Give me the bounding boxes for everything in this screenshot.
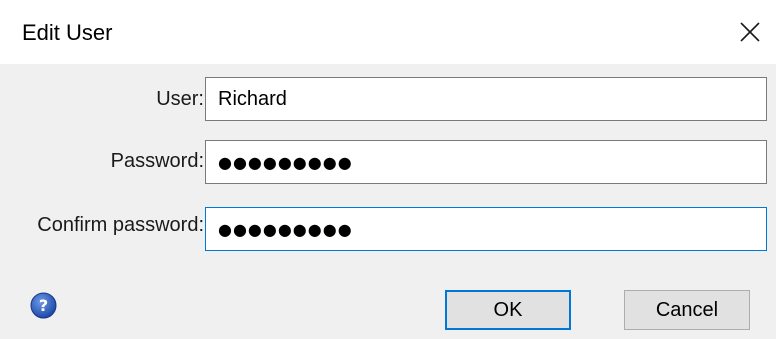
cancel-button[interactable]: Cancel	[624, 290, 750, 330]
user-field-value: Richard	[218, 87, 287, 110]
dialog-title: Edit User	[22, 20, 113, 45]
password-field-value: ●●●●●●●●●	[218, 152, 353, 172]
help-icon[interactable]: ?	[30, 292, 57, 319]
close-icon[interactable]	[730, 12, 770, 52]
confirm-password-field-value: ●●●●●●●●●	[218, 219, 353, 239]
confirm-password-field[interactable]: ●●●●●●●●●	[205, 207, 767, 251]
user-label: User:	[156, 88, 204, 110]
edit-user-dialog: Edit User User: Richard Password: ●●●●●●…	[0, 0, 776, 339]
password-field[interactable]: ●●●●●●●●●	[205, 140, 767, 184]
user-field[interactable]: Richard	[205, 77, 767, 121]
svg-text:?: ?	[39, 296, 48, 315]
password-label: Password:	[110, 150, 204, 172]
ok-button[interactable]: OK	[445, 290, 571, 330]
title-bar: Edit User	[0, 0, 776, 64]
confirm-password-label: Confirm password:	[37, 214, 204, 236]
